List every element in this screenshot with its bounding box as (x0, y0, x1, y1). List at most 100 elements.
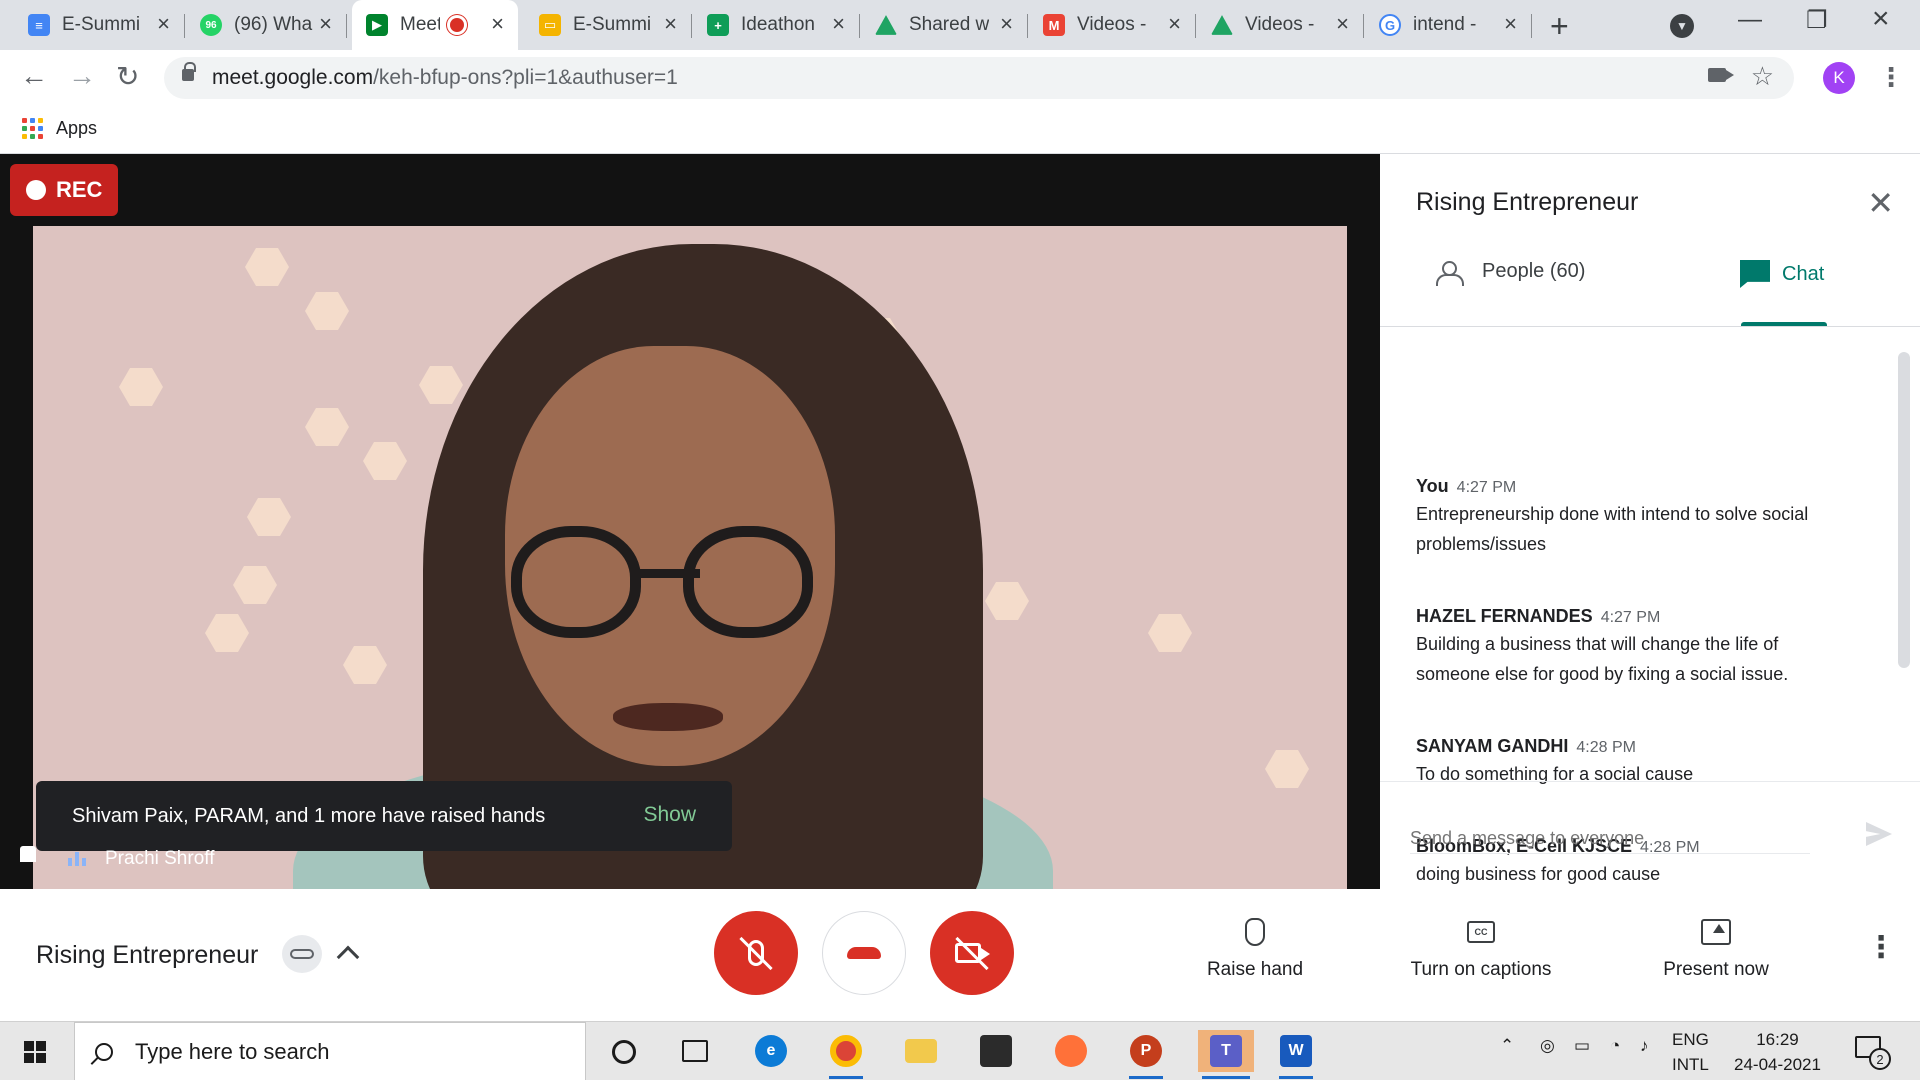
browser-menu-icon[interactable]: ⋮ (1878, 62, 1904, 93)
microphone-toggle-button[interactable] (714, 911, 798, 995)
address-bar[interactable]: meet.google.com/keh-bfup-ons?pli=1&authu… (164, 57, 1794, 99)
attachment-icon[interactable] (282, 935, 322, 973)
task-view-icon[interactable] (682, 1040, 708, 1062)
restore-icon[interactable]: ❐ (1806, 6, 1828, 35)
battery-icon[interactable]: ▭ (1574, 1036, 1590, 1056)
cortana-icon[interactable] (612, 1040, 636, 1064)
profile-avatar[interactable]: K (1823, 62, 1855, 94)
tab-close-icon[interactable]: × (1168, 13, 1181, 35)
tab-close-icon[interactable]: × (157, 13, 170, 35)
tab-title: intend - (1413, 14, 1477, 35)
tab-drive-videos[interactable]: Videos - × (1197, 0, 1364, 50)
notification-count-badge: 2 (1869, 1048, 1891, 1070)
store-icon[interactable] (975, 1030, 1017, 1072)
tab-meet[interactable]: ▶ Meet × (352, 0, 518, 50)
chat-message: You 4:27 PM Entrepreneurship done with in… (1416, 476, 1856, 559)
present-screen-icon (1701, 919, 1731, 945)
powerpoint-icon[interactable]: P (1125, 1030, 1167, 1079)
taskbar-clock[interactable]: 16:29 24-04-2021 (1734, 1027, 1821, 1077)
tab-whatsapp[interactable]: 96 (96) Wha × (186, 0, 347, 50)
wifi-icon[interactable]: ◔ (1610, 1036, 1620, 1056)
captions-button[interactable]: CC Turn on captions (1396, 917, 1566, 981)
tab-chat[interactable]: Chat (1740, 260, 1824, 288)
tab-close-icon[interactable]: × (1000, 13, 1013, 35)
tab-close-icon[interactable]: × (1336, 13, 1349, 35)
url-text[interactable]: meet.google.com/keh-bfup-ons?pli=1&authu… (212, 66, 678, 90)
chat-scrollbar[interactable] (1898, 352, 1910, 668)
send-icon[interactable] (1866, 822, 1892, 846)
drive-icon (875, 15, 897, 35)
windows-taskbar: Type here to search e P T W ⌃ ◎ ▭ ◔ ♪ EN… (0, 1021, 1920, 1080)
firefox-icon[interactable] (1050, 1030, 1092, 1072)
tab-close-icon[interactable]: × (491, 13, 504, 35)
chrome-icon[interactable] (825, 1030, 867, 1079)
input-language[interactable]: ENG INTL (1672, 1027, 1709, 1077)
chevron-up-icon[interactable] (336, 945, 360, 969)
participant-label: Prachi Shroff (68, 848, 214, 870)
tab-gmail-videos[interactable]: M Videos - × (1029, 0, 1196, 50)
clock-date: 24-04-2021 (1734, 1055, 1821, 1074)
people-icon (1436, 260, 1468, 286)
message-time: 4:28 PM (1576, 739, 1636, 756)
tab-close-icon[interactable]: × (319, 13, 332, 35)
gmail-icon: M (1043, 14, 1065, 36)
tab-esummit-slides[interactable]: ▭ E-Summi × (525, 0, 692, 50)
drive-icon (1211, 15, 1233, 35)
hang-up-icon (847, 947, 881, 959)
pin-icon[interactable] (20, 846, 36, 862)
apps-grid-icon[interactable] (22, 118, 43, 139)
camera-in-use-icon[interactable] (1708, 68, 1734, 82)
tab-search-icon[interactable]: ▼ (1670, 14, 1694, 38)
tab-google-search[interactable]: G intend - × (1365, 0, 1532, 50)
panel-close-icon[interactable]: ✕ (1867, 184, 1894, 222)
word-icon[interactable]: W (1275, 1030, 1317, 1079)
chat-tab-label: Chat (1782, 262, 1825, 285)
edge-icon[interactable]: e (750, 1030, 792, 1072)
browser-toolbar: ← → ↻ meet.google.com/keh-bfup-ons?pli=1… (0, 50, 1920, 106)
back-icon[interactable]: ← (20, 60, 48, 92)
teams-icon[interactable]: T (1198, 1030, 1254, 1079)
tab-shared-drive[interactable]: Shared w × (861, 0, 1028, 50)
bookmark-star-icon[interactable]: ☆ (1751, 61, 1774, 92)
docs-icon: ≡ (28, 14, 50, 36)
tab-close-icon[interactable]: × (1504, 13, 1517, 35)
present-now-button[interactable]: Present now (1646, 917, 1786, 981)
meeting-name[interactable]: Rising Entrepreneur (36, 941, 258, 970)
new-tab-icon[interactable]: + (1550, 8, 1569, 45)
camera-toggle-button[interactable] (930, 911, 1014, 995)
lock-icon (182, 62, 196, 81)
minimize-icon[interactable]: — (1738, 6, 1762, 34)
recording-badge: REC (10, 164, 118, 216)
file-explorer-icon[interactable] (900, 1030, 942, 1072)
show-hidden-icons-icon[interactable]: ⌃ (1500, 1036, 1514, 1056)
chat-message-input[interactable] (1410, 824, 1810, 854)
raise-hand-label: Raise hand (1206, 959, 1304, 980)
toast-show-button[interactable]: Show (643, 803, 696, 827)
raise-hand-button[interactable]: Raise hand (1200, 917, 1310, 981)
windows-start-icon[interactable] (24, 1041, 46, 1063)
tab-close-icon[interactable]: × (664, 13, 677, 35)
tab-title: (96) Wha (234, 14, 313, 35)
recording-indicator-icon (450, 18, 464, 32)
more-options-icon[interactable]: ⋮ (1866, 933, 1896, 963)
panel-title: Rising Entrepreneur (1416, 188, 1639, 216)
reload-icon[interactable]: ↻ (116, 60, 139, 93)
meet-now-icon[interactable]: ◎ (1540, 1036, 1555, 1056)
rec-label: REC (56, 177, 103, 202)
tab-people[interactable]: People (60) (1436, 260, 1585, 286)
taskbar-search-box[interactable]: Type here to search (74, 1022, 586, 1080)
tab-title: Meet (400, 14, 440, 35)
window-close-icon[interactable]: × (1872, 2, 1890, 36)
tab-esummit-doc[interactable]: ≡ E-Summi × (14, 0, 185, 50)
tab-ideathon[interactable]: + Ideathon × (693, 0, 860, 50)
tab-close-icon[interactable]: × (832, 13, 845, 35)
url-path: /keh-bfup-ons?pli=1&authuser=1 (373, 66, 678, 89)
url-host: meet.google.com (212, 66, 374, 89)
volume-icon[interactable]: ♪ (1640, 1036, 1649, 1056)
forward-icon[interactable]: → (68, 60, 96, 92)
audio-level-icon (68, 852, 89, 866)
leave-call-button[interactable] (822, 911, 906, 995)
keyboard-layout: INTL (1672, 1055, 1709, 1074)
apps-bookmark[interactable]: Apps (56, 118, 97, 139)
message-text: Entrepreneurship done with intend to sol… (1416, 504, 1809, 554)
